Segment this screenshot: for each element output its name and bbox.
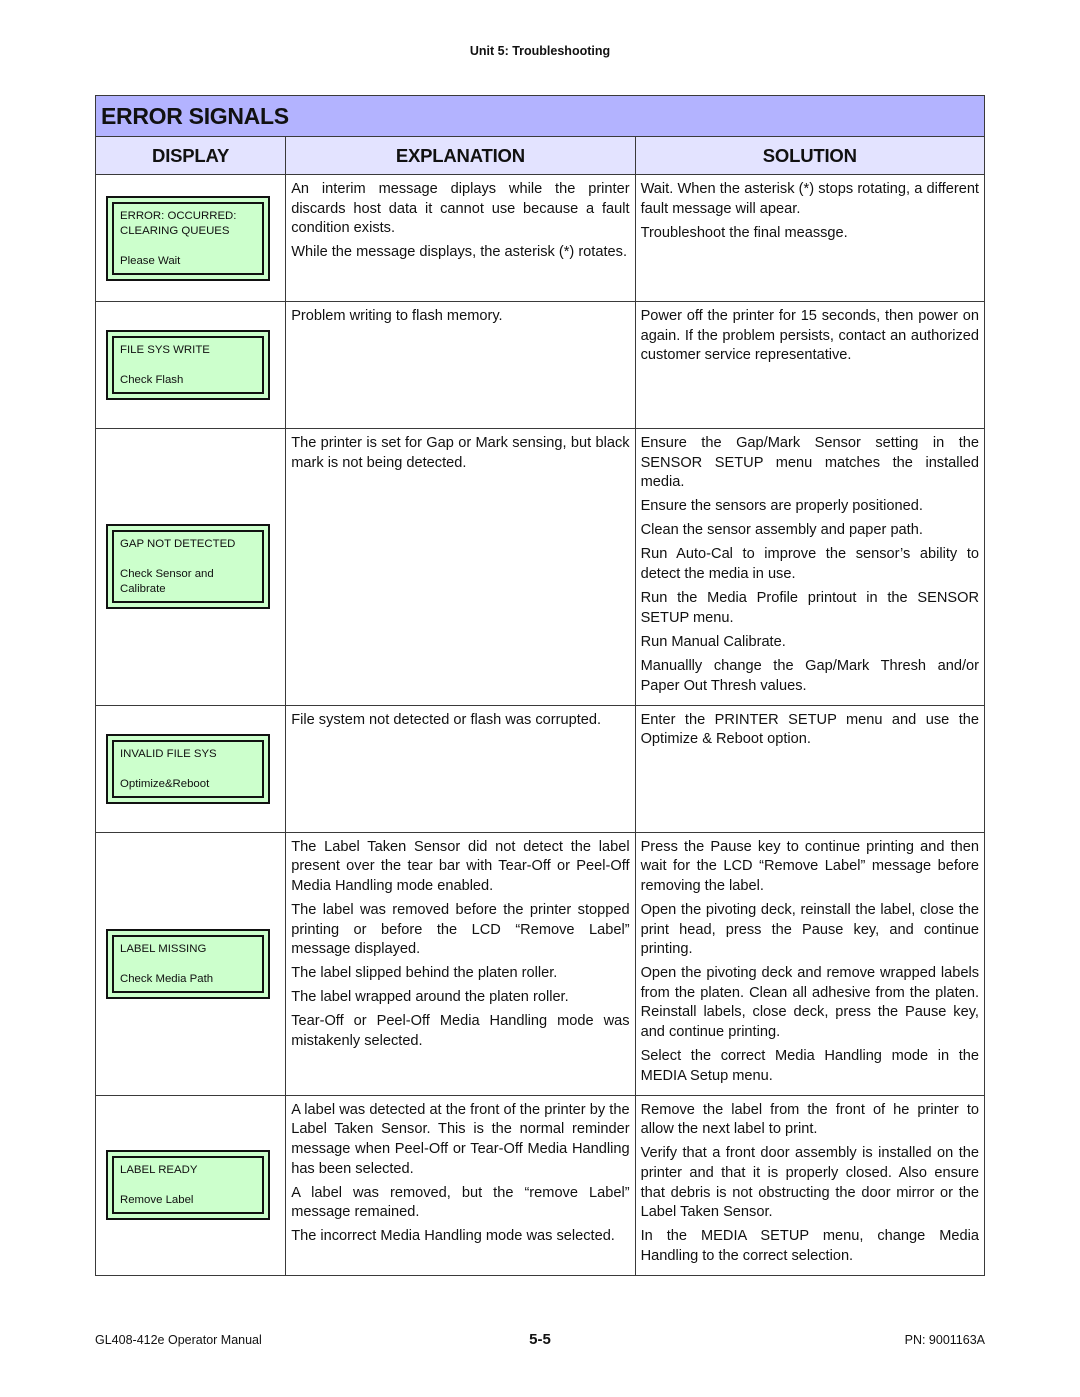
solution-cell: Power off the printer for 15 seconds, th… — [634, 301, 986, 429]
lcd-line-1: FILE SYS WRITE — [120, 344, 210, 356]
display-cell: ERROR: OCCURRED: CLEARING QUEUES Please Wa… — [94, 174, 287, 302]
solution-cell: Ensure the Gap/Mark Sensor setting in th… — [634, 428, 986, 706]
lcd-display-panel: INVALID FILE SYS Optimize&Reboot — [106, 733, 270, 804]
display-cell: LABEL MISSING Check Media Path — [94, 831, 287, 1096]
explanation-cell: The printer is set for Gap or Mark sensi… — [285, 428, 636, 706]
explanation-cell: File system not detected or flash was co… — [285, 704, 636, 833]
solution-paragraph: Troubleshoot the final meassge. — [640, 224, 848, 241]
display-cell: INVALID FILE SYS Optimize&Reboot — [94, 704, 287, 833]
lcd-line-3: Remove Label — [120, 1194, 194, 1207]
explanation-cell: Problem writing to flash memory. — [285, 301, 636, 429]
lcd-screen: FILE SYS WRITE Check Flash — [112, 336, 264, 394]
lcd-spacer — [120, 239, 256, 254]
solution-paragraph: Power off the printer for 15 seconds, th… — [640, 308, 979, 364]
explanation-paragraph: While the message displays, the asterisk… — [291, 244, 627, 261]
table-row: LABEL MISSING Check Media Path The Label T… — [94, 831, 986, 1096]
lcd-line-2 — [120, 552, 256, 567]
lcd-display-panel: FILE SYS WRITE Check Flash — [106, 330, 270, 400]
explanation-paragraph: The label was removed before the printer… — [291, 901, 630, 958]
explanation-cell: The Label Taken Sensor did not detect th… — [285, 831, 636, 1096]
solution-cell: Remove the label from the front of he pr… — [634, 1094, 986, 1277]
lcd-line-3: Optimize&Reboot — [120, 777, 210, 790]
explanation-paragraph: A label was detected at the front of the… — [291, 1101, 630, 1177]
display-cell: FILE SYS WRITE Check Flash — [94, 301, 287, 429]
lcd-screen: INVALID FILE SYS Optimize&Reboot — [112, 739, 264, 798]
solution-paragraph: Press the Pause key to continue printing… — [640, 838, 979, 894]
column-header-explanation: EXPLANATION — [285, 136, 636, 175]
table-row: LABEL READY Remove Label A label was detec… — [94, 1094, 986, 1277]
lcd-line-2: CLEARING QUEUES — [120, 224, 230, 237]
lcd-display-panel: LABEL READY Remove Label — [106, 1150, 270, 1221]
display-cell: GAP NOT DETECTED Check Sensor and Calibra… — [94, 428, 287, 706]
lcd-line-1: LABEL READY — [120, 1164, 198, 1177]
table-title: ERROR SIGNALS — [95, 95, 985, 137]
explanation-paragraph: File system not detected or flash was co… — [291, 711, 602, 728]
explanation-paragraph: Tear-Off or Peel-Off Media Handling mode… — [291, 1013, 630, 1049]
solution-paragraph: Wait. When the asterisk (*) stops rotati… — [640, 181, 979, 217]
lcd-line-2 — [120, 358, 256, 373]
table-row: INVALID FILE SYS Optimize&Reboot File syst… — [94, 704, 986, 833]
page-number: 5-5 — [529, 1331, 551, 1348]
lcd-line-1: INVALID FILE SYS — [120, 747, 217, 760]
lcd-screen: LABEL READY Remove Label — [112, 1156, 264, 1215]
explanation-paragraph: An interim message diplays while the pri… — [291, 181, 630, 237]
explanation-paragraph: The label slipped behind the platen roll… — [291, 965, 558, 982]
page-footer: GL408-412e Operator Manual 5-5 PN: 90011… — [95, 1331, 985, 1353]
solution-paragraph: Run the Media Profile printout in the SE… — [640, 590, 979, 626]
solution-paragraph: Manuallly change the Gap/Mark Thresh and… — [640, 657, 979, 694]
lcd-line-3: Check Flash — [120, 374, 184, 386]
column-header-solution: SOLUTION — [634, 136, 986, 175]
table-row: GAP NOT DETECTED Check Sensor and Calibra… — [94, 428, 986, 706]
solution-paragraph: Enter the PRINTER SETUP menu and use the… — [640, 711, 979, 748]
lcd-line-3: Please Wait — [120, 254, 181, 267]
lcd-line-1: GAP NOT DETECTED — [120, 538, 236, 551]
lcd-line-3: Check Media Path — [120, 972, 214, 985]
column-header-display: DISPLAY — [94, 136, 287, 175]
solution-paragraph: Open the pivoting deck and remove wrappe… — [640, 965, 979, 1040]
explanation-cell: A label was detected at the front of the… — [285, 1094, 636, 1277]
lcd-line-2 — [120, 1178, 256, 1193]
solution-paragraph: Clean the sensor assembly and paper path… — [640, 522, 923, 539]
explanation-paragraph: The label wrapped around the platen roll… — [291, 989, 569, 1006]
explanation-paragraph: Problem writing to flash memory. — [291, 308, 503, 324]
solution-paragraph: Run Auto-Cal to improve the sensor’s abi… — [640, 546, 979, 583]
display-cell: LABEL READY Remove Label — [94, 1094, 287, 1277]
lcd-display-panel: ERROR: OCCURRED: CLEARING QUEUES Please Wa… — [106, 195, 270, 281]
table-row: FILE SYS WRITE Check Flash Problem writing… — [94, 301, 986, 429]
table-body: ERROR: OCCURRED: CLEARING QUEUES Please Wa… — [94, 174, 986, 1277]
solution-cell: Enter the PRINTER SETUP menu and use the… — [634, 704, 986, 833]
lcd-line-3: Check Sensor and Calibrate — [120, 568, 214, 596]
solution-cell: Press the Pause key to continue printing… — [634, 831, 986, 1096]
solution-paragraph: Verify that a front door assembly is ins… — [640, 1145, 979, 1221]
lcd-line-2 — [120, 762, 256, 777]
solution-paragraph: In the MEDIA SETUP menu, change Media Ha… — [640, 1228, 979, 1264]
solution-paragraph: Select the correct Media Handling mode i… — [640, 1048, 979, 1084]
solution-paragraph: Ensure the Gap/Mark Sensor setting in th… — [640, 435, 979, 491]
lcd-display-panel: LABEL MISSING Check Media Path — [106, 928, 270, 999]
error-signals-table: ERROR SIGNALS DISPLAY EXPLANATION SOLUTI… — [94, 95, 986, 1277]
lcd-screen: ERROR: OCCURRED: CLEARING QUEUES Please Wa… — [112, 201, 264, 275]
lcd-screen: LABEL MISSING Check Media Path — [112, 934, 264, 993]
solution-paragraph: Ensure the sensors are properly position… — [640, 498, 923, 515]
explanation-cell: An interim message diplays while the pri… — [285, 174, 636, 302]
explanation-paragraph: A label was removed, but the “remove Lab… — [291, 1184, 630, 1221]
lcd-line-1: ERROR: OCCURRED: — [120, 209, 237, 222]
explanation-paragraph: The printer is set for Gap or Mark sensi… — [291, 435, 630, 471]
lcd-screen: GAP NOT DETECTED Check Sensor and Calibra… — [112, 530, 264, 604]
lcd-line-2 — [120, 957, 256, 972]
table-row: ERROR: OCCURRED: CLEARING QUEUES Please Wa… — [94, 174, 986, 302]
lcd-display-panel: GAP NOT DETECTED Check Sensor and Calibra… — [106, 524, 270, 610]
running-head: Unit 5: Troubleshooting — [469, 44, 611, 58]
solution-cell: Wait. When the asterisk (*) stops rotati… — [634, 174, 986, 302]
explanation-paragraph: The Label Taken Sensor did not detect th… — [291, 838, 630, 894]
solution-paragraph: Remove the label from the front of he pr… — [640, 1101, 979, 1138]
part-number: PN: 9001163A — [904, 1333, 985, 1347]
lcd-line-1: LABEL MISSING — [120, 942, 207, 955]
explanation-paragraph: The incorrect Media Handling mode was se… — [291, 1228, 615, 1245]
solution-paragraph: Run Manual Calibrate. — [640, 633, 786, 650]
solution-paragraph: Open the pivoting deck, reinstall the la… — [640, 901, 979, 958]
